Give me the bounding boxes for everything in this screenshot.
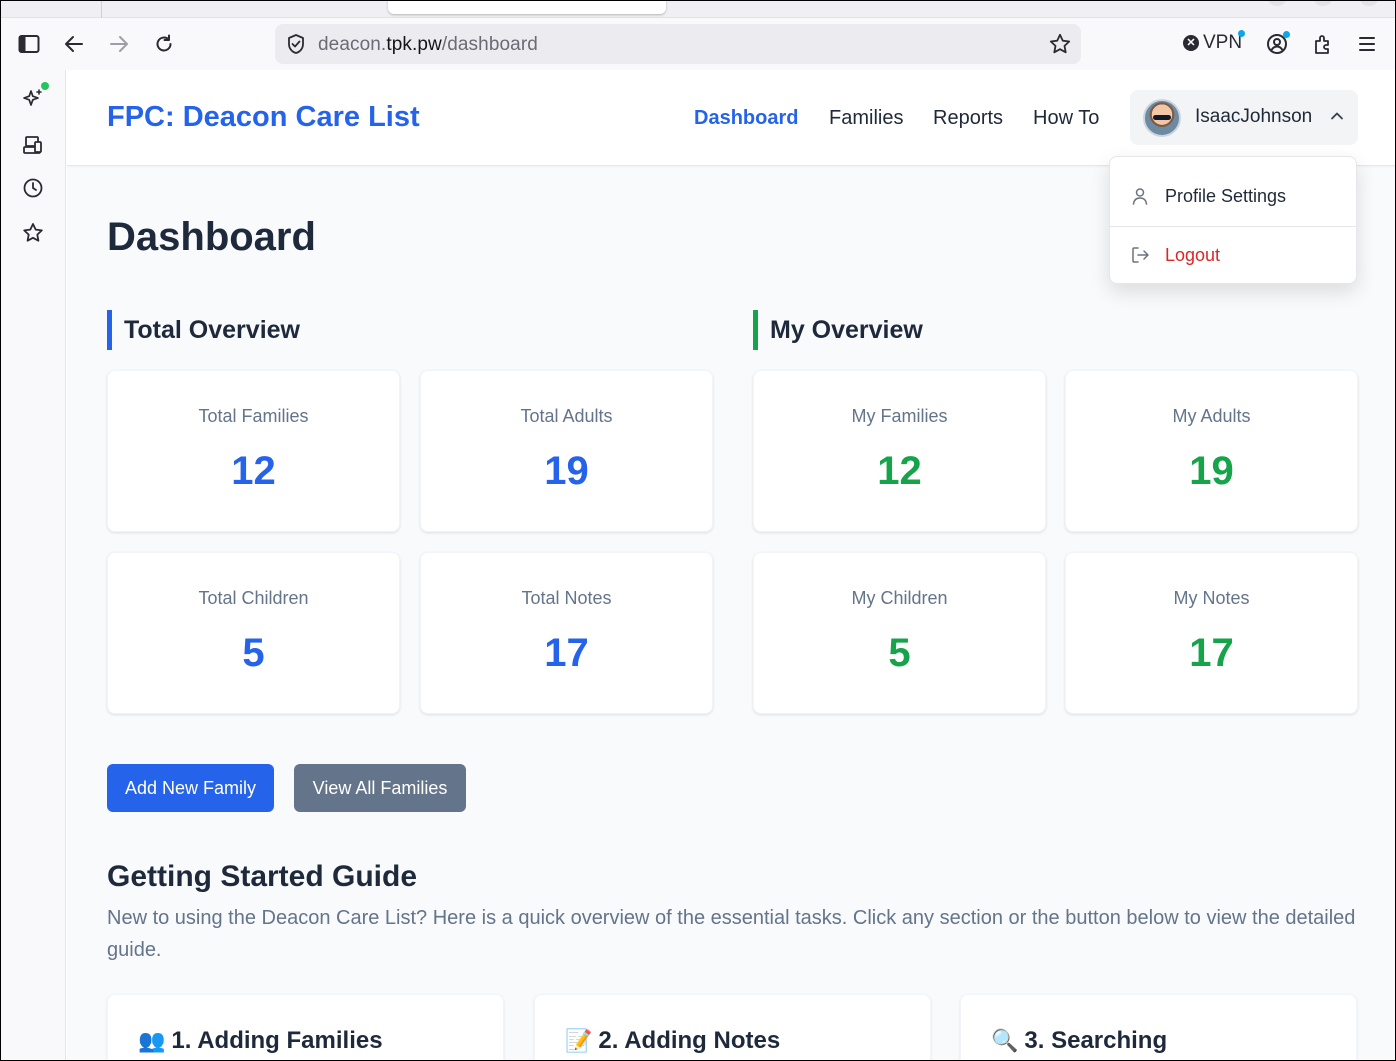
active-browser-tab[interactable] <box>388 0 666 14</box>
stat-card-total-families: Total Families 12 <box>107 370 400 532</box>
user-menu-button[interactable]: IsaacJohnson <box>1130 90 1358 145</box>
stat-card-total-adults: Total Adults 19 <box>420 370 713 532</box>
stat-label: Total Adults <box>520 406 613 426</box>
stat-label: My Families <box>851 406 948 426</box>
stat-value: 5 <box>888 631 911 675</box>
stat-card-my-families: My Families 12 <box>753 370 1046 532</box>
my-overview-heading: My Overview <box>753 310 923 350</box>
profile-settings-label: Profile Settings <box>1165 186 1287 206</box>
stat-label: Total Families <box>198 406 309 426</box>
magnifier-icon: 🔍 <box>991 1028 1019 1053</box>
stat-value: 19 <box>544 449 589 493</box>
people-icon: 👥 <box>138 1028 166 1053</box>
forward-icon[interactable] <box>107 32 131 56</box>
chevron-up-icon <box>1330 109 1344 128</box>
logout-label: Logout <box>1165 245 1221 265</box>
stat-label: Total Notes <box>521 588 612 608</box>
vpn-button[interactable]: ✕ VPN <box>1183 32 1242 54</box>
guide-card-searching[interactable]: 🔍 3. Searching <box>960 994 1357 1061</box>
stat-value: 12 <box>877 449 922 493</box>
window-minimize-button[interactable] <box>1268 0 1286 6</box>
user-icon <box>1130 186 1150 211</box>
tab-separator <box>101 0 102 18</box>
stat-value: 19 <box>1189 449 1234 493</box>
window-close-button[interactable] <box>1360 0 1378 6</box>
total-overview-heading: Total Overview <box>107 310 300 350</box>
vpn-notification-dot <box>1238 30 1245 37</box>
nav-reports[interactable]: Reports <box>933 107 1003 130</box>
guide-card-adding-notes[interactable]: 📝 2. Adding Notes <box>534 994 931 1061</box>
guide-card-title: 1. Adding Families <box>171 1027 383 1054</box>
vpn-off-icon: ✕ <box>1183 35 1199 51</box>
nav-families[interactable]: Families <box>829 107 903 130</box>
history-icon[interactable] <box>21 176 45 200</box>
page-title: Dashboard <box>107 215 316 259</box>
stat-card-total-children: Total Children 5 <box>107 552 400 714</box>
browser-tab-strip <box>0 0 1396 18</box>
window-maximize-button[interactable] <box>1314 0 1332 6</box>
avatar <box>1143 99 1181 137</box>
logout-icon <box>1130 245 1150 270</box>
page-viewport: FPC: Deacon Care List Dashboard Families… <box>67 70 1396 1061</box>
guide-intro: New to using the Deacon Care List? Here … <box>107 907 1356 961</box>
memo-icon: 📝 <box>565 1028 593 1053</box>
nav-how-to[interactable]: How To <box>1033 107 1099 130</box>
browser-toolbar: deacon.tpk.pw/dashboard ✕ VPN <box>0 18 1396 70</box>
stat-label: My Children <box>851 588 948 608</box>
sidebar-toggle-icon[interactable] <box>17 32 41 56</box>
stat-card-my-adults: My Adults 19 <box>1065 370 1358 532</box>
stat-card-total-notes: Total Notes 17 <box>420 552 713 714</box>
guide-card-title: 2. Adding Notes <box>598 1027 781 1054</box>
account-notification-dot <box>1283 31 1290 38</box>
extensions-icon[interactable] <box>1311 32 1335 56</box>
guide-title: Getting Started Guide <box>107 860 418 893</box>
username: IsaacJohnson <box>1195 106 1313 127</box>
stat-value: 12 <box>231 449 276 493</box>
guide-card-title: 3. Searching <box>1024 1027 1168 1054</box>
stat-value: 5 <box>242 631 265 675</box>
back-icon[interactable] <box>62 32 86 56</box>
stat-label: My Notes <box>1173 588 1250 608</box>
logout-item[interactable]: Logout <box>1110 226 1356 284</box>
app-header: FPC: Deacon Care List Dashboard Families… <box>67 70 1396 166</box>
menu-icon[interactable] <box>1355 32 1379 56</box>
stat-value: 17 <box>544 631 589 675</box>
nav-dashboard[interactable]: Dashboard <box>694 107 798 130</box>
synced-tabs-icon[interactable] <box>21 133 45 157</box>
add-new-family-button[interactable]: Add New Family <box>107 764 274 812</box>
user-dropdown-menu: Profile Settings Logout <box>1109 156 1357 284</box>
profile-settings-item[interactable]: Profile Settings <box>1110 167 1356 225</box>
vpn-label: VPN <box>1203 32 1243 53</box>
url-text: deacon.tpk.pw/dashboard <box>318 34 538 55</box>
bookmark-star-icon[interactable] <box>1048 32 1072 61</box>
app-brand[interactable]: FPC: Deacon Care List <box>107 101 420 134</box>
stat-card-my-notes: My Notes 17 <box>1065 552 1358 714</box>
stat-label: Total Children <box>198 588 309 608</box>
stat-value: 17 <box>1189 631 1234 675</box>
ai-sparkle-icon[interactable] <box>21 87 45 111</box>
ai-notification-dot <box>41 82 49 90</box>
address-bar[interactable]: deacon.tpk.pw/dashboard <box>275 24 1081 64</box>
stat-card-my-children: My Children 5 <box>753 552 1046 714</box>
guide-card-adding-families[interactable]: 👥 1. Adding Families <box>107 994 504 1061</box>
view-all-families-button[interactable]: View All Families <box>294 764 466 812</box>
bookmarks-icon[interactable] <box>21 221 45 245</box>
stat-label: My Adults <box>1172 406 1251 426</box>
tracking-protection-icon[interactable] <box>286 33 306 60</box>
browser-sidebar <box>0 70 66 1061</box>
reload-icon[interactable] <box>152 32 176 56</box>
